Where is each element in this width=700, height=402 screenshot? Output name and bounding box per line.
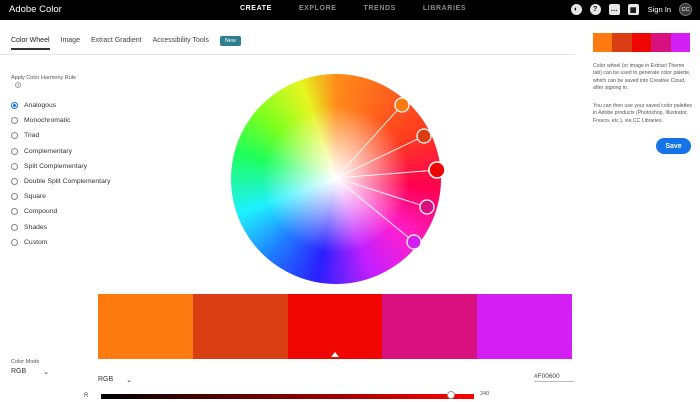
harmony-rules: Analogous Monochromatic Triad Complement… [11, 98, 111, 250]
mini-swatch [670, 33, 691, 52]
color-mode-select[interactable]: RGB ⌄ [11, 368, 49, 376]
rule-label: Custom [24, 238, 48, 246]
rule-analogous[interactable]: Analogous [11, 98, 111, 113]
mini-swatch [631, 33, 652, 52]
top-bar: Adobe Color CREATE EXPLORE TRENDS LIBRAR… [0, 0, 700, 20]
harmony-help-icon[interactable]: ? [15, 82, 21, 88]
rule-label: Double Split Complementary [24, 178, 111, 186]
rule-square[interactable]: Square [11, 189, 111, 204]
tab-divider [0, 54, 575, 55]
radio-icon[interactable] [11, 208, 18, 216]
tab-accessibility-tools[interactable]: Accessibility Tools [153, 37, 209, 50]
palette [98, 294, 572, 359]
color-mode-label: Color Mode [11, 359, 40, 365]
nav-libraries[interactable]: LIBRARIES [423, 5, 466, 12]
rule-label: Triad [24, 132, 40, 140]
radio-icon[interactable] [11, 132, 18, 140]
mini-palette [593, 33, 691, 52]
harmony-title-text: Apply Color Harmony Rule [11, 75, 77, 81]
radio-icon[interactable] [11, 238, 18, 246]
rule-label: Compound [24, 208, 58, 216]
rule-double-split-complementary[interactable]: Double Split Complementary [11, 174, 111, 189]
rule-shades[interactable]: Shades [11, 220, 111, 235]
swatch-3-selected[interactable] [287, 294, 383, 359]
rule-split-complementary[interactable]: Split Complementary [11, 159, 111, 174]
rule-complementary[interactable]: Complementary [11, 144, 111, 159]
nav-explore[interactable]: EXPLORE [299, 5, 337, 12]
tab-image[interactable]: Image [61, 37, 80, 50]
rule-label: Shades [24, 223, 48, 231]
brand-logo[interactable]: Adobe Color [9, 4, 62, 15]
wheel-handle-active[interactable] [428, 161, 446, 179]
rule-compound[interactable]: Compound [11, 204, 111, 219]
tab-extract-gradient[interactable]: Extract Gradient [91, 37, 142, 50]
radio-icon[interactable] [11, 178, 18, 186]
wheel-handles [335, 97, 446, 250]
spoke [335, 177, 428, 208]
save-button[interactable]: Save [656, 138, 691, 154]
rule-label: Complementary [24, 147, 72, 155]
wheel-handle[interactable] [419, 199, 435, 215]
radio-icon[interactable] [11, 223, 18, 231]
chevron-down-icon: ⌄ [126, 377, 132, 384]
spoke [335, 177, 415, 243]
chat-icon[interactable]: … [608, 4, 620, 15]
slider-thumb-r[interactable] [447, 391, 455, 399]
slider-track-r[interactable] [101, 394, 474, 399]
mini-swatch [593, 33, 613, 52]
radio-icon[interactable] [11, 147, 18, 155]
rule-label: Square [24, 193, 46, 201]
editor-mode-select[interactable]: RGB ⌄ [98, 376, 132, 384]
nav-create[interactable]: CREATE [240, 5, 272, 12]
radio-icon[interactable] [11, 162, 18, 170]
rule-label: Monochromatic [24, 117, 71, 125]
info-text-1: Color wheel (or image in Extract Theme t… [593, 63, 691, 92]
moon-icon[interactable]: ◐ [570, 4, 582, 15]
main-nav: CREATE EXPLORE TRENDS LIBRARIES [240, 5, 493, 12]
swatch-5[interactable] [477, 294, 572, 359]
swatch-4[interactable] [382, 294, 478, 359]
mode-tabs: Color Wheel Image Extract Gradient Acces… [11, 35, 241, 50]
help-icon[interactable]: ? [589, 4, 601, 15]
wheel-handle[interactable] [406, 234, 422, 250]
sign-in-link[interactable]: Sign In [648, 5, 671, 14]
swatch-2[interactable] [192, 294, 288, 359]
mini-swatch [651, 33, 671, 52]
wheel-handle[interactable] [416, 128, 432, 144]
mini-swatch [612, 33, 632, 52]
radio-icon[interactable] [11, 193, 18, 201]
tab-color-wheel[interactable]: Color Wheel [11, 37, 50, 50]
new-badge: New [219, 35, 241, 46]
rule-label: Split Complementary [24, 162, 88, 170]
harmony-title: Apply Color Harmony Rule ? [11, 74, 81, 90]
rule-triad[interactable]: Triad [11, 128, 111, 143]
rule-custom[interactable]: Custom [11, 235, 111, 250]
editor-mode-value: RGB [98, 376, 114, 383]
nav-trends[interactable]: TRENDS [364, 5, 396, 12]
color-mode-value: RGB [11, 368, 27, 375]
slider-value-r[interactable]: 240 [480, 391, 489, 397]
slider-label-r: R [84, 393, 89, 399]
radio-icon[interactable] [11, 102, 18, 110]
avatar[interactable]: CC [679, 3, 692, 16]
hex-input[interactable]: #F00600 [534, 373, 574, 382]
wheel-handle[interactable] [394, 97, 410, 113]
grid-icon[interactable]: ▦ [627, 4, 639, 15]
info-text-2: You can then use your saved color palett… [593, 103, 693, 124]
swatch-1[interactable] [98, 294, 193, 359]
rule-monochromatic[interactable]: Monochromatic [11, 113, 111, 128]
chevron-down-icon: ⌄ [43, 369, 49, 376]
radio-icon[interactable] [11, 117, 18, 125]
top-icons: ◐ ? … ▦ Sign In CC [563, 3, 692, 16]
rule-label: Analogous [24, 102, 57, 110]
spoke [335, 104, 403, 179]
